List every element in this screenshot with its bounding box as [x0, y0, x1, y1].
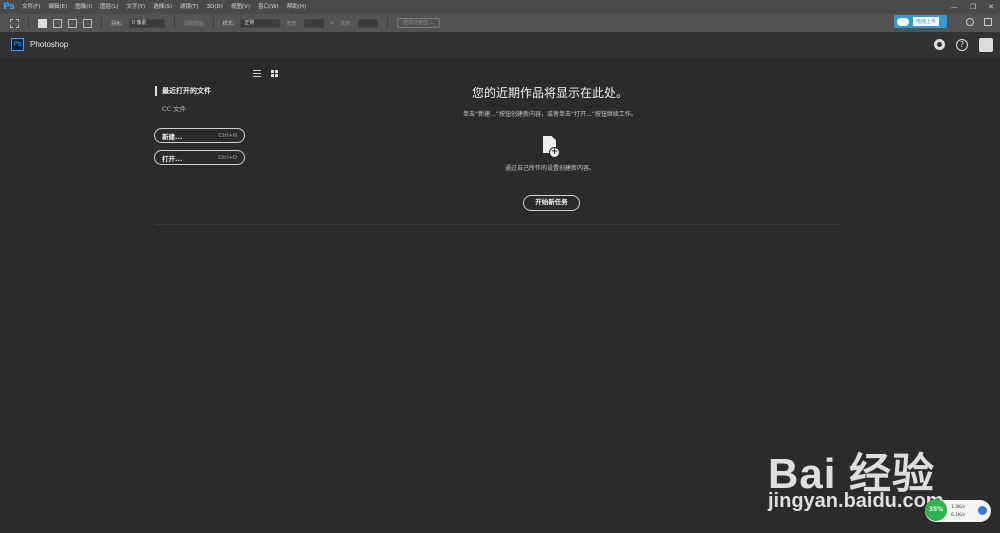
upload-button[interactable]: 拖拽上传	[894, 15, 947, 28]
help-icon[interactable]: ?	[956, 39, 968, 51]
restore-icon[interactable]: ❐	[970, 3, 976, 11]
download-speed: 6.1K/s	[951, 513, 965, 518]
app-title: Photoshop	[30, 40, 69, 49]
height-input[interactable]	[357, 18, 378, 28]
recent-files-tab[interactable]: 最近打开的文件	[155, 86, 211, 96]
menu-filter[interactable]: 滤镜(T)	[176, 0, 203, 14]
menu-window[interactable]: 窗口(W)	[254, 0, 283, 14]
page-subtitle: 单击“新建...”按钮创建新内容，或者单击“打开...”按钮继续工作。	[463, 111, 637, 118]
list-view-icon[interactable]	[253, 70, 261, 77]
plus-icon[interactable]: +	[549, 147, 560, 158]
menu-select[interactable]: 选择(S)	[149, 0, 176, 14]
subtract-selection-icon[interactable]	[68, 18, 77, 28]
intersect-selection-icon[interactable]	[83, 18, 92, 28]
baidu-watermark-url: jingyan.baidu.com	[768, 490, 944, 512]
search-icon[interactable]	[966, 18, 974, 26]
menu-view[interactable]: 视图(V)	[227, 0, 254, 14]
menu-help[interactable]: 帮助(H)	[283, 0, 310, 14]
open-shortcut: Ctrl+O	[218, 154, 237, 161]
minimize-icon[interactable]: —	[951, 3, 958, 11]
options-bar: 羽化: 0 像素 消除锯齿 样式: 正常 宽度: ⇄ 高度: 选择并遮住 ...	[0, 14, 1000, 32]
divider	[173, 17, 175, 29]
add-selection-icon[interactable]	[53, 18, 62, 28]
new-button[interactable]: 新建... Ctrl+N	[154, 128, 245, 143]
divider	[386, 17, 388, 29]
menu-file[interactable]: 文件(F)	[18, 0, 44, 14]
marquee-tool-icon[interactable]	[10, 18, 19, 28]
menu-layer[interactable]: 图层(L)	[96, 0, 122, 14]
open-button-label: 打开...	[162, 154, 183, 163]
grid-view-icon[interactable]	[271, 70, 278, 77]
divider	[155, 224, 840, 225]
new-button-label: 新建...	[162, 132, 183, 141]
upload-label: 拖拽上传	[913, 17, 940, 26]
photoshop-logo-icon: Ps	[11, 38, 24, 51]
workspace-icon[interactable]	[984, 18, 992, 26]
usage-percent-badge: 35%	[925, 499, 947, 521]
select-and-mask-button[interactable]: 选择并遮住 ...	[396, 18, 441, 28]
antialias-checkbox[interactable]: 消除锯齿	[184, 20, 204, 27]
divider	[101, 17, 102, 29]
menu-image[interactable]: 图像(I)	[71, 0, 96, 14]
menu-edit[interactable]: 编辑(E)	[44, 0, 71, 14]
page-title: 您的近期作品将显示在此处。	[471, 86, 628, 100]
height-label: 高度:	[340, 20, 352, 27]
feather-label: 羽化:	[111, 20, 123, 27]
user-avatar-icon[interactable]	[979, 38, 993, 52]
style-label: 样式:	[222, 20, 235, 27]
gear-icon[interactable]	[934, 39, 945, 50]
cc-files-tab[interactable]: CC 文件	[162, 103, 186, 113]
window-controls: — ❐ ✕	[951, 0, 994, 14]
new-selection-icon[interactable]	[38, 18, 47, 28]
menu-bar: Ps 文件(F) 编辑(E) 图像(I) 图层(L) 文字(Y) 选择(S) 滤…	[0, 0, 1000, 14]
cloud-icon	[897, 17, 909, 26]
width-input[interactable]	[304, 18, 325, 28]
divider	[212, 17, 214, 29]
width-label: 宽度:	[286, 20, 299, 27]
start-new-task-button[interactable]: 开始新任务	[523, 195, 580, 211]
feather-input[interactable]: 0 像素	[128, 18, 165, 28]
menu-type[interactable]: 文字(Y)	[123, 0, 150, 14]
swap-icon[interactable]: ⇄	[330, 20, 334, 26]
create-description: 通过自己所作的设置创建新内容。	[504, 165, 595, 172]
new-shortcut: Ctrl+N	[218, 132, 237, 139]
close-icon[interactable]: ✕	[988, 3, 994, 11]
photoshop-logo-icon: Ps	[3, 2, 15, 12]
upload-speed: 1.3K/s	[951, 505, 965, 510]
open-button[interactable]: 打开... Ctrl+O	[154, 150, 245, 165]
menu-3d[interactable]: 3D(D)	[203, 0, 227, 14]
style-select[interactable]: 正常	[240, 18, 281, 28]
divider	[28, 17, 29, 29]
accelerator-icon	[978, 506, 987, 515]
start-header: Ps Photoshop	[0, 32, 1000, 57]
